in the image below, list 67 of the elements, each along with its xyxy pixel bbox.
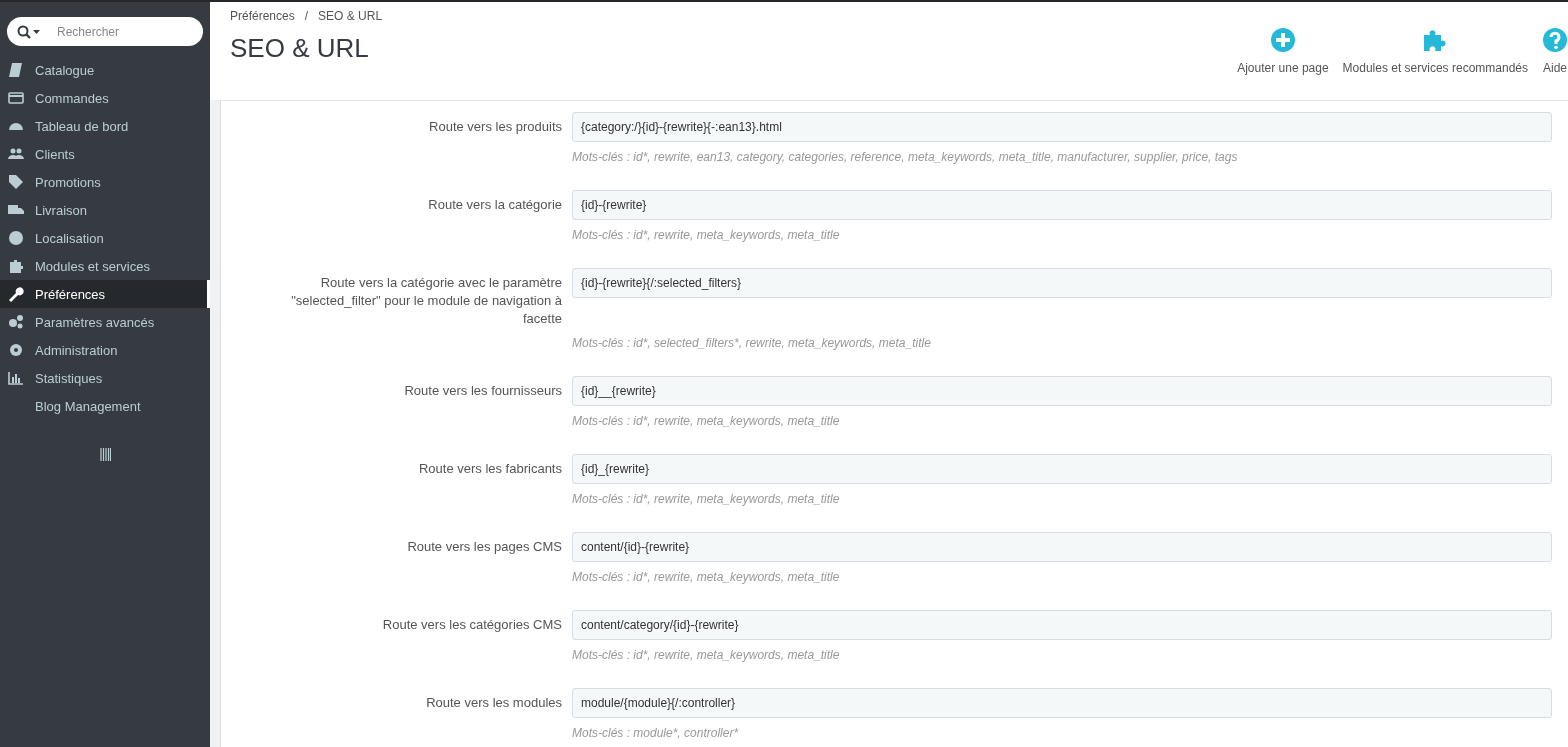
route-input[interactable]: {id}-{rewrite} <box>572 190 1552 220</box>
bar-chart-icon <box>8 370 24 386</box>
sidebar-label: Blog Management <box>35 398 141 414</box>
keywords-hint: Mots-clés : id*, rewrite, meta_keywords, meta_title <box>572 648 841 662</box>
sidebar-item[interactable]: Commandes <box>0 84 210 112</box>
sidebar-item[interactable]: Livraison <box>0 196 210 224</box>
sidebar-label: Clients <box>35 146 75 162</box>
keywords-hint: Mots-clés : id*, selected_filters*, rewrite, meta_keywords, meta_title <box>572 336 932 350</box>
sidebar-item[interactable]: Localisation <box>0 224 210 252</box>
route-input[interactable]: module/{module}{/:controller} <box>572 688 1552 718</box>
field-label: Route vers les fabricants <box>418 460 562 478</box>
sidebar-label: Localisation <box>35 230 104 246</box>
route-input[interactable]: {id}_{rewrite} <box>572 454 1552 484</box>
search-icon <box>17 24 41 39</box>
collapse-handle-icon[interactable] <box>99 448 111 461</box>
field-label: Route vers les fournisseurs <box>404 382 562 400</box>
sidebar-item[interactable]: Promotions <box>0 168 210 196</box>
keywords-hint: Mots-clés : id*, rewrite, meta_keywords, meta_title <box>572 492 841 506</box>
keywords-hint: Mots-clés : id*, rewrite, meta_keywords, meta_title <box>572 228 841 242</box>
sidebar-label: Livraison <box>35 202 88 218</box>
sidebar-item[interactable]: Paramètres avancés <box>0 308 210 336</box>
sidebar-item[interactable]: Blog Management <box>0 392 210 420</box>
search-field[interactable]: Rechercher <box>7 17 203 46</box>
sidebar-item[interactable]: Tableau de bord <box>0 112 210 140</box>
sidebar-item[interactable]: Modules et services <box>0 252 210 280</box>
route-input[interactable]: {id}-{rewrite}{/:selected_filters} <box>572 268 1552 298</box>
sidebar-label: Statistiques <box>35 370 103 386</box>
route-input[interactable]: {id}__{rewrite} <box>572 376 1552 406</box>
field-label: Route vers la catégorie avec le paramètre "selected_filter" pour le module de navigation à facette <box>290 274 562 328</box>
sidebar-label: Catalogue <box>35 62 95 78</box>
sidebar-item[interactable]: Statistiques <box>0 364 210 392</box>
sidebar-label: Commandes <box>35 90 109 106</box>
breadcrumb-link[interactable]: Préférences <box>230 9 295 23</box>
sidebar-label: Administration <box>35 342 118 358</box>
route-input[interactable]: content/category/{id}-{rewrite} <box>572 610 1552 640</box>
toolbar-button[interactable]: Ajouter une page <box>1237 27 1329 75</box>
sidebar-item[interactable]: Clients <box>0 140 210 168</box>
puzzle-icon <box>8 258 24 274</box>
card-icon <box>8 90 24 106</box>
users-icon <box>8 146 24 162</box>
sidebar-label: Modules et services <box>35 258 150 274</box>
field-label: Route vers les catégories CMS <box>382 616 562 634</box>
sidebar-item[interactable]: Administration <box>0 336 210 364</box>
keywords-hint: Mots-clés : id*, rewrite, meta_keywords, meta_title <box>572 414 841 428</box>
page-title: SEO & URL <box>230 33 370 64</box>
route-input[interactable]: content/{id}-{rewrite} <box>572 532 1552 562</box>
field-label: Route vers les produits <box>429 118 562 136</box>
field-label: Route vers la catégorie <box>428 196 562 214</box>
plus-circle-icon <box>1269 27 1296 53</box>
keywords-hint: Mots-clés : id*, rewrite, meta_keywords, meta_title <box>572 570 841 584</box>
puzzle-icon <box>1422 27 1449 53</box>
toolbar-button[interactable]: Aide <box>1542 27 1568 75</box>
keywords-hint: Mots-clés : id*, rewrite, ean13, category, categories, reference, meta_keywords, meta_title, manufacturer, supplier, price, tags <box>572 150 1239 164</box>
toolbar-button[interactable]: Modules et services recommandés <box>1342 27 1528 75</box>
field-label: Route vers les modules <box>426 694 562 712</box>
sidebar-label: Paramètres avancés <box>35 314 155 330</box>
wrench-icon <box>8 286 24 302</box>
tag-icon <box>8 174 24 190</box>
sidebar-label: Promotions <box>35 174 101 190</box>
sidebar-label: Préférences <box>35 286 106 302</box>
sidebar-item[interactable]: Préférences <box>0 280 210 308</box>
keywords-hint: Mots-clés : module*, controller* <box>572 726 740 740</box>
route-input[interactable]: {category:/}{id}-{rewrite}{-:ean13}.html <box>572 112 1552 142</box>
sidebar-item[interactable]: Catalogue <box>0 56 210 84</box>
sidebar-label: Tableau de bord <box>35 118 129 134</box>
field-label: Route vers les pages CMS <box>407 538 562 556</box>
breadcrumb-separator: / <box>304 9 309 23</box>
